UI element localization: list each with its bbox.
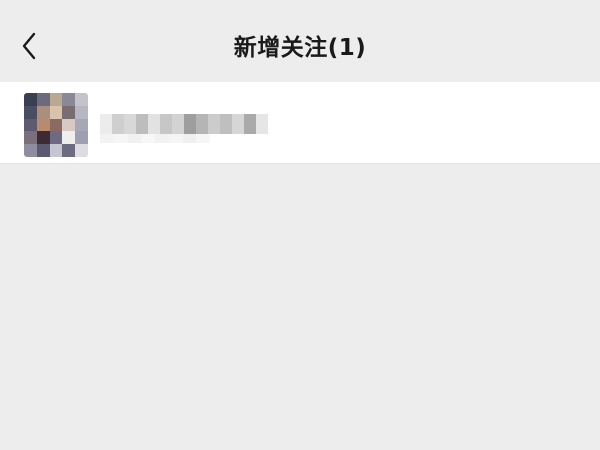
- follower-list: [0, 82, 600, 164]
- list-divider: [0, 163, 600, 164]
- follower-list-item[interactable]: [0, 82, 600, 164]
- page-title: 新增关注(1): [233, 35, 367, 61]
- new-followers-screen: 新增关注(1): [0, 0, 600, 450]
- obscured-subtext: [100, 134, 210, 143]
- nav-bar: 新增关注(1): [0, 0, 600, 82]
- avatar: [24, 93, 88, 157]
- obscured-name: [100, 114, 268, 134]
